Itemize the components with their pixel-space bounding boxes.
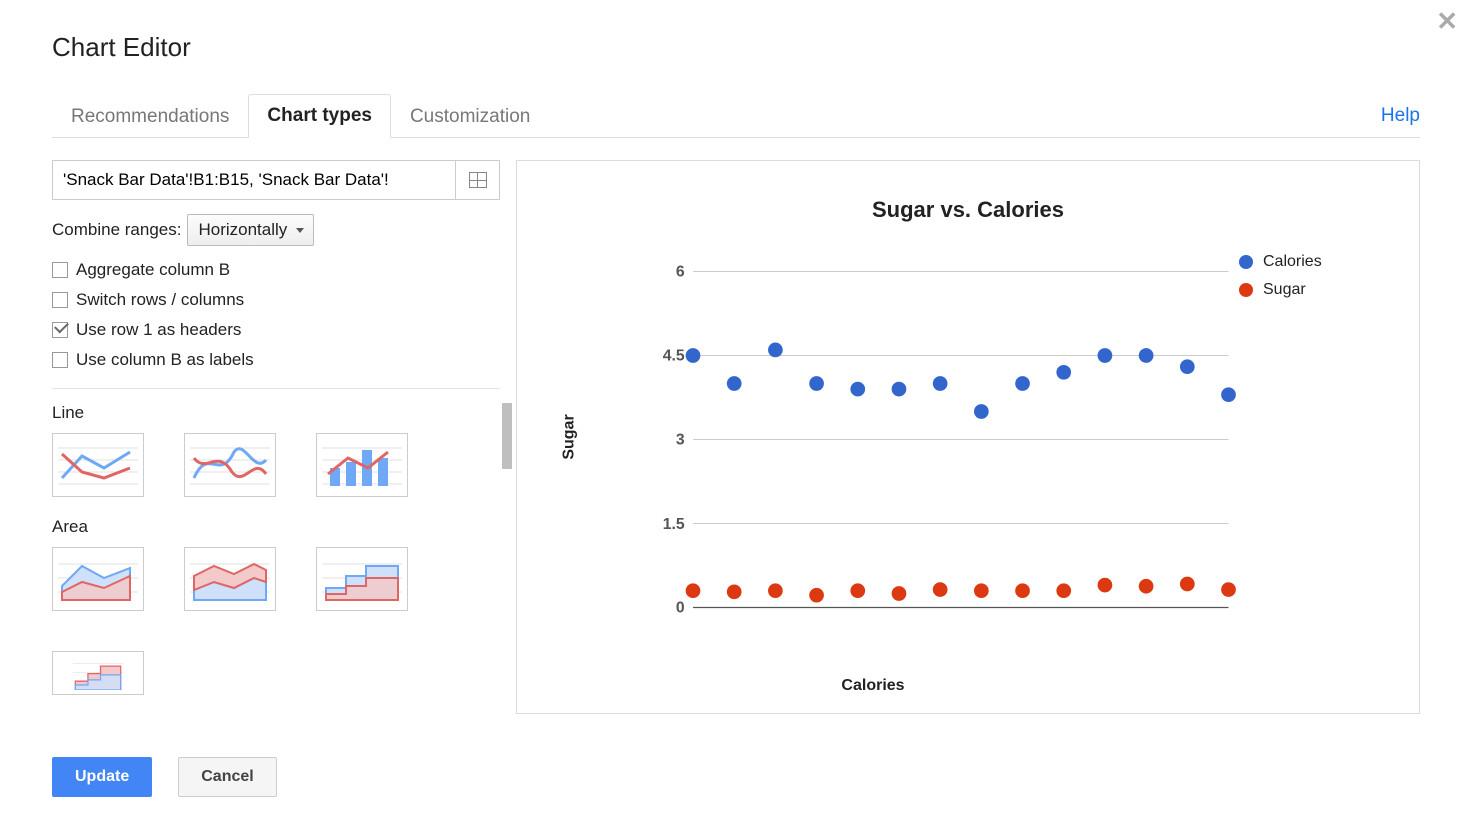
check-aggregate[interactable]: Aggregate column B <box>52 260 500 280</box>
update-button[interactable]: Update <box>52 757 152 797</box>
scrollbar-thumb[interactable] <box>502 403 512 469</box>
checkbox-icon <box>52 292 68 308</box>
tab-customization[interactable]: Customization <box>391 95 549 138</box>
line-thumbs <box>52 433 500 497</box>
left-panel: Combine ranges: Horizontally Aggregate c… <box>52 160 500 715</box>
category-area-label: Area <box>52 517 500 537</box>
tab-recommendations[interactable]: Recommendations <box>52 95 248 138</box>
check-label: Aggregate column B <box>76 260 230 280</box>
help-link[interactable]: Help <box>1381 105 1420 137</box>
dialog-footer: Update Cancel <box>52 757 277 797</box>
combine-select[interactable]: Horizontally <box>187 214 314 246</box>
tab-row: Recommendations Chart types Customizatio… <box>52 93 1420 138</box>
chart-title: Sugar vs. Calories <box>517 197 1419 223</box>
check-switch[interactable]: Switch rows / columns <box>52 290 500 310</box>
svg-text:4.5: 4.5 <box>663 348 685 365</box>
chart-type-scroller: Line <box>52 403 500 695</box>
check-label: Use column B as labels <box>76 350 254 370</box>
checkbox-icon <box>52 352 68 368</box>
chart-legend: Calories Sugar <box>1239 247 1389 653</box>
check-label: Switch rows / columns <box>76 290 244 310</box>
legend-item: Calories <box>1239 253 1389 271</box>
tab-chart-types[interactable]: Chart types <box>248 94 391 138</box>
check-labels[interactable]: Use column B as labels <box>52 350 500 370</box>
chart-xlabel: Calories <box>517 677 1229 695</box>
svg-text:6: 6 <box>676 264 685 281</box>
legend-label: Sugar <box>1263 281 1306 299</box>
data-range-input[interactable] <box>53 161 455 199</box>
close-icon[interactable]: ✕ <box>1436 6 1458 37</box>
checkbox-icon <box>52 262 68 278</box>
thumb-line-basic[interactable] <box>52 433 144 497</box>
checkbox-icon <box>52 322 68 338</box>
svg-text:0: 0 <box>676 600 685 617</box>
checkbox-group: Aggregate column B Switch rows / columns… <box>52 260 500 370</box>
thumb-area-basic[interactable] <box>52 547 144 611</box>
legend-dot-icon <box>1239 283 1253 297</box>
chart-plot-area: 0 1.5 3 4.5 6 <box>651 247 1239 653</box>
thumb-area-stacked[interactable] <box>184 547 276 611</box>
thumb-combo[interactable] <box>316 433 408 497</box>
thumb-area-step2[interactable] <box>52 651 144 695</box>
chart-body: 0 1.5 3 4.5 6 Calories Sugar <box>593 247 1389 653</box>
cancel-button[interactable]: Cancel <box>178 757 276 797</box>
check-headers[interactable]: Use row 1 as headers <box>52 320 500 340</box>
chart-ylabel: Sugar <box>561 414 579 459</box>
legend-item: Sugar <box>1239 281 1389 299</box>
svg-text:3: 3 <box>676 432 685 449</box>
legend-label: Calories <box>1263 253 1322 271</box>
legend-dot-icon <box>1239 255 1253 269</box>
divider <box>52 388 500 389</box>
thumb-line-smooth[interactable] <box>184 433 276 497</box>
grid-icon <box>469 172 487 188</box>
svg-text:1.5: 1.5 <box>663 516 685 533</box>
content-row: Combine ranges: Horizontally Aggregate c… <box>52 160 1420 715</box>
thumb-area-step[interactable] <box>316 547 408 611</box>
chart-editor-dialog: ✕ Chart Editor Recommendations Chart typ… <box>0 0 1472 821</box>
range-row <box>52 160 500 200</box>
select-range-button[interactable] <box>455 161 499 199</box>
combine-row: Combine ranges: Horizontally <box>52 214 500 246</box>
combine-label: Combine ranges: <box>52 220 181 240</box>
area-thumbs <box>52 547 500 695</box>
check-label: Use row 1 as headers <box>76 320 241 340</box>
dialog-title: Chart Editor <box>52 32 1420 63</box>
chart-preview: Sugar vs. Calories Sugar 0 1.5 3 4.5 6 Calor… <box>516 160 1420 714</box>
category-line-label: Line <box>52 403 500 423</box>
